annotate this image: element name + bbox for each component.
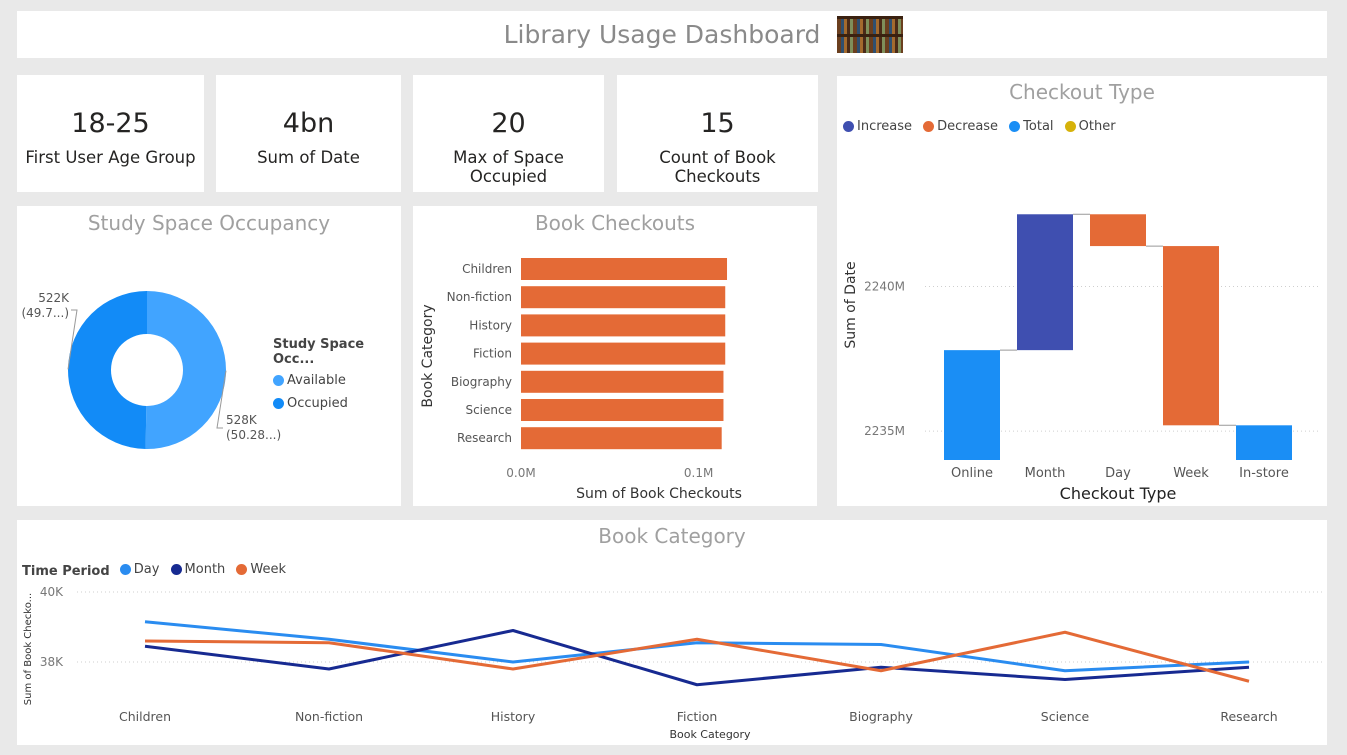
kpi-value: 4bn [282,108,335,139]
x-tick-label: 0.0M [506,466,535,480]
kpi-value: 18-25 [71,108,150,139]
y-tick-label: History [469,318,512,332]
data-label-value: 528K [226,413,258,427]
y-tick-label: Biography [451,375,512,389]
bar-research [521,427,722,450]
x-tick-label: 0.1M [684,466,713,480]
x-tick-label: Science [1041,709,1090,724]
kpi-card-sum-of-date: 4bn Sum of Date [216,75,401,192]
donut-legend: Study Space Occ... Available Occupied [273,337,401,413]
data-label-percent: (49.7...) [21,306,69,320]
legend-dot [273,375,284,386]
series-line-week [144,630,1250,683]
y-tick-label: 38K [40,655,64,669]
y-tick-label: Science [465,403,512,417]
bar-biography [521,370,724,393]
bar-fiction [521,342,726,365]
bar-non-fiction [521,286,726,309]
x-tick-label: Online [951,466,993,481]
legend-label: Available [287,373,346,388]
y-tick-label: 2240M [864,280,905,294]
x-tick-label: Non-fiction [295,709,363,724]
checkout-type-card: Checkout Type Increase Decrease Total Ot… [837,76,1327,506]
bar-children [521,258,728,280]
y-tick-label: 40K [40,585,64,599]
library-shelves-image [837,16,903,53]
y-tick-label: Fiction [473,347,512,361]
kpi-card-age-group: 18-25 First User Age Group [17,75,204,192]
kpi-card-book-checkouts: 15 Count of Book Checkouts [617,75,818,192]
waterfall-bar-in-store [1236,425,1292,460]
x-tick-label: Research [1220,709,1277,724]
kpi-label: Max of Space Occupied [453,148,564,186]
x-tick-label: Biography [849,709,913,724]
kpi-value: 15 [700,108,735,139]
y-axis-title: Sum of Book Checko... [23,593,34,705]
x-tick-label: In-store [1239,466,1289,481]
y-axis-title: Sum of Date [843,261,859,348]
x-axis-title: Book Category [669,728,751,741]
series-line-day [144,620,1250,673]
y-axis-title: Book Category [420,304,436,407]
y-tick-label: Research [457,431,512,445]
kpi-value: 20 [491,108,526,139]
legend-label: Occupied [287,396,348,411]
book-category-card: Book Category Time Period Day Month Week… [17,520,1327,745]
kpi-card-max-space: 20 Max of Space Occupied [413,75,604,192]
bar-chart: Children Non-fiction History Fiction Biograp… [420,258,742,502]
x-tick-label: Week [1173,466,1209,481]
bar-history [521,314,726,337]
waterfall-bar-online [944,350,1000,460]
y-tick-label: 2235M [864,424,905,438]
y-tick-label: Children [462,262,512,276]
x-tick-label: Month [1025,466,1066,481]
header-bar: Library Usage Dashboard [17,11,1327,58]
kpi-label: Count of Book Checkouts [659,148,776,186]
legend-dot [273,398,284,409]
line-chart: 40K 38K Children Non-fiction History Fiction B… [23,585,1325,741]
x-tick-label: Children [119,709,171,724]
book-checkouts-card: Book Checkouts Children Non-fiction Histor… [413,206,817,506]
study-space-occupancy-card: Study Space Occupancy 528K (50.28...) 522K… [17,206,401,506]
x-tick-label: History [491,709,536,724]
kpi-label: First User Age Group [25,148,196,167]
waterfall-bar-day [1090,214,1146,247]
legend-item-available[interactable]: Available [273,373,346,388]
x-axis-title: Sum of Book Checkouts [576,486,742,502]
page-title: Library Usage Dashboard [503,20,821,49]
x-tick-label: Day [1105,466,1131,481]
waterfall-bar-week [1163,246,1219,426]
legend-item-occupied[interactable]: Occupied [273,396,348,411]
bar-science [521,399,724,421]
x-tick-label: Fiction [677,709,718,724]
y-tick-label: Non-fiction [447,290,512,304]
waterfall-chart: 2240M 2235M Online Month Day Week In-store Chec… [843,213,1321,503]
data-label-percent: (50.28...) [226,428,281,442]
data-label-value: 522K [38,291,70,305]
x-axis-title: Checkout Type [1060,484,1177,503]
legend-title: Study Space Occ... [273,337,365,367]
donut-slice-available [145,291,227,449]
donut-slice-occupied [68,291,147,449]
waterfall-bar-month [1017,214,1073,351]
kpi-label: Sum of Date [257,148,360,167]
